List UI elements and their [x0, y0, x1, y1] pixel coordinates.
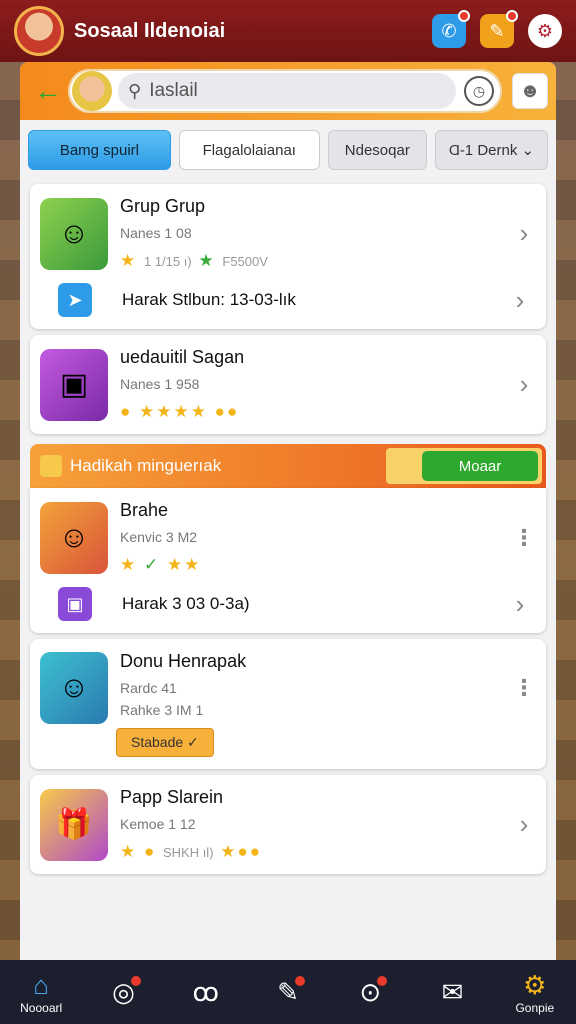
group-meta: Rardc 41 [120, 680, 177, 696]
more-button[interactable]: Moaar [422, 451, 538, 481]
box-icon: ▣ [58, 587, 92, 621]
card-subrow[interactable]: ➤ Harak Stlbun: 13-03-lık › [40, 271, 536, 317]
rating-row: ★ 1 1/15 ı) ★ F5500V [120, 251, 268, 270]
nav-home[interactable]: ⌂ Noooarl [6, 969, 76, 1015]
rating-text: 1 1/15 ı) [143, 254, 192, 269]
search-icon: ⚲ [128, 80, 142, 101]
phone-icon[interactable]: ✆ [432, 10, 470, 48]
gift-icon [40, 455, 62, 477]
group-meta: Kemoe 1 12 [120, 816, 196, 832]
profile-avatar[interactable] [14, 6, 64, 56]
settings-icon[interactable]: ⚙ [528, 14, 562, 48]
main-panel: ← ⚲ Iaslail ◷ ☻ Bamg spuirl Flagalolaian… [20, 62, 556, 960]
sub-label: Harak Stlbun: 13-03-lık [122, 290, 296, 309]
user-icon[interactable]: ☻ [512, 73, 548, 109]
search-avatar [72, 71, 112, 111]
tab-bamg-spuirl[interactable]: Bamg spuirl [28, 130, 171, 170]
rating-text: SHKH ıl) [162, 845, 214, 860]
group-card[interactable]: ☺ Grup Grup Nanes 1 08 ★ 1 1/15 ı) ★ F55… [30, 184, 546, 329]
friends-icon: ꝏ [192, 977, 219, 1007]
search-container: ⚲ Iaslail ◷ [68, 69, 502, 113]
badge-icon: ◎ [112, 976, 141, 1008]
star-icon: ★ [198, 251, 216, 270]
banner-action: Moaar [386, 448, 542, 484]
status-button[interactable]: Stabade ✓ [116, 728, 214, 757]
group-meta: Nanes 1 08 [120, 225, 192, 241]
nav-settings-label: Gonpie [515, 1001, 555, 1015]
send-icon: ➤ [58, 283, 92, 317]
search-input[interactable]: ⚲ Iaslail [118, 73, 456, 109]
group-thumbnail: 🎁 [40, 788, 108, 861]
rating-row: ★ ✓ ★★ [120, 555, 202, 574]
sub-label: Harak 3 03 0-3a) [122, 594, 250, 613]
group-name: Donu Henrapak [120, 651, 247, 671]
chevron-right-icon[interactable]: › [508, 285, 532, 316]
nav-edit[interactable]: ✎ [253, 976, 323, 1008]
group-meta: Kenvic 3 M2 [120, 529, 198, 545]
chevron-right-icon[interactable]: › [512, 809, 536, 840]
group-name: Brahe [120, 500, 169, 520]
chevron-right-icon[interactable]: › [512, 218, 536, 249]
group-card[interactable]: 🎁 Papp Slarein Kemoe 1 12 ★ ● SHKH ıl) ★… [30, 775, 546, 874]
chevron-right-icon[interactable]: › [512, 369, 536, 400]
rating-row: ★ ● SHKH ıl) ★●● [120, 842, 263, 861]
group-meta-2: Rahke 3 IM 1 [120, 702, 204, 718]
group-thumbnail: ☺ [40, 501, 108, 574]
rating-text-2: F5500V [222, 254, 268, 269]
group-thumbnail: ▣ [40, 348, 108, 421]
more-options-icon[interactable]: ⋮ [512, 675, 536, 701]
group-meta: Nanes 1 958 [120, 376, 200, 392]
group-thumbnail: ☺ [40, 651, 108, 724]
home-icon: ⌂ [33, 970, 49, 1000]
nav-target[interactable]: ⊙ [335, 976, 405, 1008]
target-icon: ⊙ [359, 976, 388, 1008]
coin-icon[interactable]: ✎ [480, 10, 518, 48]
nav-messages[interactable]: ✉ [418, 976, 488, 1008]
group-card[interactable]: ▣ uedauitil Sagan Nanes 1 958 ● ★★★★ ●● … [30, 335, 546, 434]
filter-tabs: Bamg spuirl Flagalolaianaı Ndesoqar Ɑ-1 … [20, 120, 556, 178]
group-card[interactable]: ☺ Brahe Kenvic 3 M2 ★ ✓ ★★ ⋮ ▣ Harak 3 0… [30, 488, 546, 633]
back-arrow-icon[interactable]: ← [28, 75, 68, 107]
promo-banner: Hadikah minguerıak Moaar [30, 444, 546, 488]
rating-row: ● ★★★★ ●● [120, 402, 240, 421]
nav-badge[interactable]: ◎ [88, 976, 158, 1008]
banner-label: Hadikah minguerıak [70, 456, 222, 475]
search-value: Iaslail [149, 80, 198, 101]
group-thumbnail: ☺ [40, 197, 108, 270]
group-card[interactable]: ☺ Donu Henrapak Rardc 41 Rahke 3 IM 1 ⋮ … [30, 639, 546, 769]
notification-dot [506, 10, 518, 22]
more-options-icon[interactable]: ⋮ [512, 525, 536, 551]
group-name: Papp Slarein [120, 787, 224, 807]
group-name: Grup Grup [120, 196, 206, 216]
card-subrow[interactable]: ▣ Harak 3 03 0-3a) › [40, 575, 536, 621]
search-row: ← ⚲ Iaslail ◷ ☻ [20, 62, 556, 120]
nav-home-label: Noooarl [20, 1001, 63, 1015]
tab-ndesoqar[interactable]: Ndesoqar [327, 130, 427, 170]
app-title: Sosaal Ildenoiai [74, 19, 226, 42]
message-icon: ✉ [441, 977, 464, 1007]
bottom-nav: ⌂ Noooarl ◎ ꝏ ✎ ⊙ ✉ ⚙ Gonpie [0, 960, 576, 1024]
nav-social[interactable]: ꝏ [171, 976, 241, 1008]
tab-flagalolaianai[interactable]: Flagalolaianaı [178, 130, 320, 170]
history-icon[interactable]: ◷ [464, 76, 494, 106]
nav-settings[interactable]: ⚙ Gonpie [500, 969, 570, 1015]
gear-icon: ⚙ [523, 970, 547, 1000]
notification-dot [458, 10, 470, 22]
tab-dernk-dropdown[interactable]: Ɑ-1 Dernk ⌄ [434, 130, 548, 170]
pencil-icon: ✎ [277, 976, 305, 1008]
top-bar: Sosaal Ildenoiai ✆ ✎ ⚙ [0, 0, 576, 62]
group-name: uedauitil Sagan [120, 347, 245, 367]
chevron-right-icon[interactable]: › [508, 589, 532, 620]
